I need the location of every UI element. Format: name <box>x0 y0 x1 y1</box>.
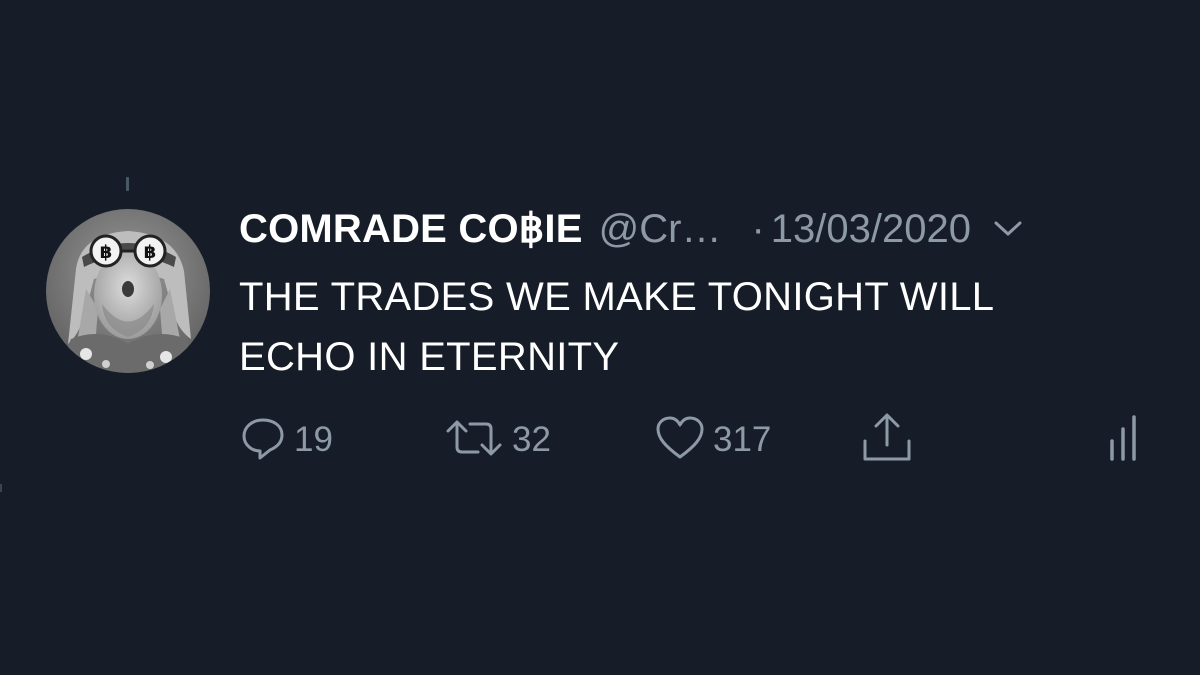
retweet-icon <box>444 415 504 466</box>
reply-count: 19 <box>294 420 333 459</box>
share-icon <box>860 413 914 468</box>
chevron-down-icon[interactable] <box>993 219 1023 239</box>
tweet-text-line: THE TRADES WE MAKE TONIGHT WILL <box>239 275 995 319</box>
author-handle[interactable]: @Cr… <box>599 207 722 252</box>
tweet-text: THE TRADES WE MAKE TONIGHT WILL ECHO IN … <box>239 267 1139 387</box>
tweet-header: COMRADE CO฿IE @Cr… · 13/03/2020 <box>239 204 1023 254</box>
like-count: 317 <box>713 420 772 459</box>
svg-text:฿: ฿ <box>100 242 113 263</box>
reply-button[interactable]: 19 <box>240 414 333 466</box>
avatar[interactable]: ฿ ฿ <box>46 209 210 373</box>
author-display-name[interactable]: COMRADE CO฿IE <box>239 206 583 252</box>
meta-separator: · <box>751 206 765 251</box>
retweet-count: 32 <box>512 420 551 459</box>
analytics-icon <box>1106 413 1146 468</box>
heart-icon <box>655 415 705 466</box>
reply-icon <box>240 415 286 466</box>
analytics-button[interactable] <box>1106 414 1146 466</box>
share-button[interactable] <box>860 413 914 468</box>
svg-text:฿: ฿ <box>144 242 157 263</box>
like-button[interactable]: 317 <box>655 414 771 466</box>
avatar-photo-icon: ฿ ฿ <box>46 209 210 373</box>
thread-connector-line <box>126 177 129 191</box>
tweet-text-line: ECHO IN ETERNITY <box>239 335 620 379</box>
tweet-date[interactable]: 13/03/2020 <box>771 207 971 252</box>
retweet-button[interactable]: 32 <box>444 414 551 466</box>
edge-mark <box>0 484 2 492</box>
tweet-page: ฿ ฿ COMRADE CO฿IE @Cr… · 13/03/2020 THE … <box>0 0 1200 675</box>
